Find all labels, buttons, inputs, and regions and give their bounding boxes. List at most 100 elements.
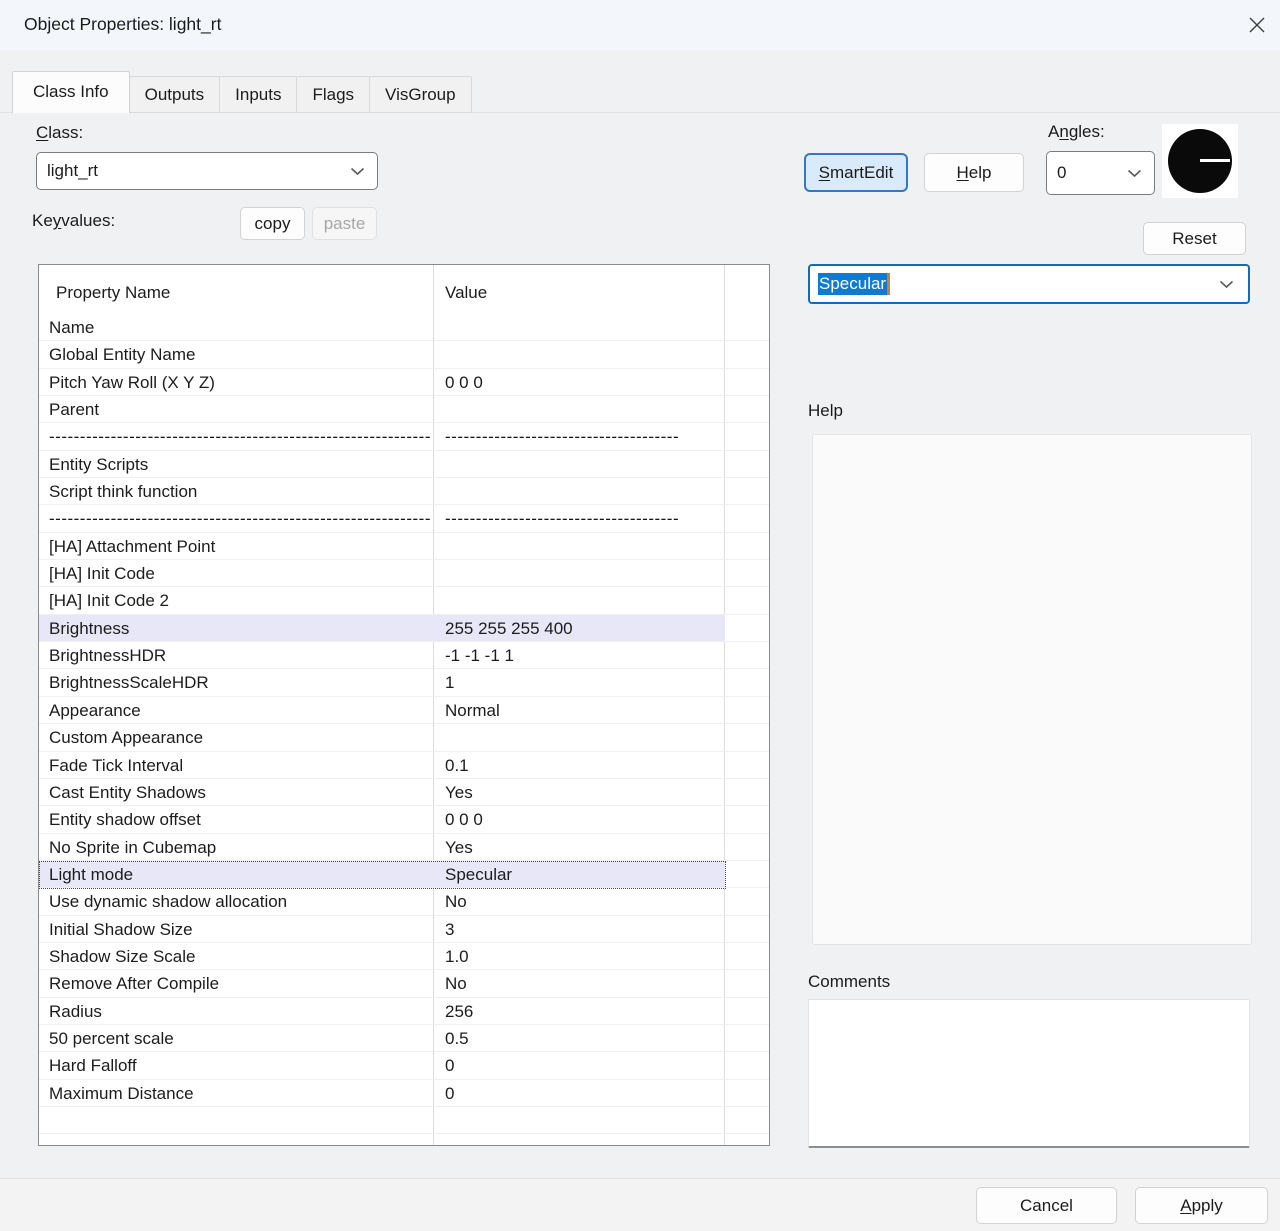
property-value-cell: 255 255 255 400 [445,615,722,642]
property-value-cell: 256 [445,998,722,1025]
property-name-cell: Entity shadow offset [49,806,431,833]
property-name-cell: Radius [49,998,431,1025]
class-combobox[interactable]: light_rt [36,152,378,190]
property-name-cell: Global Entity Name [49,341,431,368]
table-row[interactable]: Appearance Normal [39,697,769,724]
copy-button[interactable]: copy [240,207,305,240]
reset-button[interactable]: Reset [1143,222,1246,255]
property-value-cell: -1 -1 -1 1 [445,642,722,669]
chevron-down-icon [1219,274,1234,294]
property-table-header: Property Name Value [39,265,769,314]
angle-dial[interactable] [1162,124,1238,198]
property-value-cell: 0.5 [445,1025,722,1052]
table-row[interactable]: Pitch Yaw Roll (X Y Z) 0 0 0 [39,369,769,396]
table-row[interactable]: Script think function [39,478,769,505]
class-label: Class: [36,123,83,143]
table-row[interactable]: Entity shadow offset 0 0 0 [39,806,769,833]
property-name-cell: ----------------------------------------… [49,423,431,450]
property-value-cell: 0 [445,1052,722,1079]
value-dropdown-selected-text: Specular [818,273,887,295]
comments-input[interactable] [808,999,1250,1148]
angles-combobox-value: 0 [1057,163,1066,183]
tab-bar: Class InfoOutputsInputsFlagsVisGroup [12,71,472,113]
cancel-button[interactable]: Cancel [976,1187,1117,1224]
property-name-cell: Parent [49,396,431,423]
table-row[interactable]: [HA] Init Code [39,560,769,587]
tab-inputs[interactable]: Inputs [219,76,297,113]
property-value-cell: Yes [445,779,722,806]
property-name-cell: Fade Tick Interval [49,752,431,779]
table-row[interactable]: No Sprite in CubemapYes [39,834,769,861]
property-value-cell: 0 0 0 [445,369,722,396]
property-name-cell: Remove After Compile [49,970,431,997]
table-row[interactable]: BrightnessScaleHDR1 [39,669,769,696]
property-value-cell: Yes [445,834,722,861]
table-row[interactable]: Entity Scripts [39,451,769,478]
property-value-cell: 1 [445,669,722,696]
help-panel-content [812,434,1252,945]
property-name-cell: Maximum Distance [49,1080,431,1107]
property-name-cell: ----------------------------------------… [49,505,431,532]
tab-outputs[interactable]: Outputs [129,76,221,113]
table-divider-row[interactable]: ----------------------------------------… [39,423,769,450]
property-name-cell: Script think function [49,478,431,505]
table-row[interactable]: Remove After Compile No [39,970,769,997]
table-row[interactable]: Fade Tick Interval0.1 [39,752,769,779]
close-button[interactable] [1242,11,1272,41]
property-name-cell: Hard Falloff [49,1052,431,1079]
property-name-cell: Light mode [49,861,431,888]
property-value-cell: -------------------------------------- [445,505,722,532]
value-dropdown[interactable]: Specular [808,264,1250,304]
property-name-cell: Initial Shadow Size [49,916,431,943]
tab-flags[interactable]: Flags [296,76,370,113]
help-panel-title: Help [808,401,843,421]
table-row[interactable]: BrightnessHDR-1 -1 -1 1 [39,642,769,669]
table-row[interactable] [39,1107,769,1134]
table-row[interactable]: Radius 256 [39,998,769,1025]
table-row[interactable]: [HA] Attachment Point [39,533,769,560]
property-name-cell: Appearance [49,697,431,724]
help-button-label: Help [957,163,992,183]
table-row[interactable]: Name [39,314,769,341]
smartedit-button[interactable]: SmartEdit [804,153,908,192]
tab-class-info[interactable]: Class Info [12,71,130,113]
angles-label: Angles: [1048,122,1105,142]
table-row[interactable]: Global Entity Name [39,341,769,368]
close-icon [1247,15,1267,38]
window-title: Object Properties: light_rt [24,14,221,35]
table-row[interactable]: Parent [39,396,769,423]
property-value-cell: No [445,970,722,997]
title-bar: Object Properties: light_rt [0,0,1280,50]
table-row[interactable]: Use dynamic shadow allocationNo [39,888,769,915]
apply-button[interactable]: Apply [1135,1187,1268,1224]
property-name-cell: [HA] Init Code [49,560,431,587]
property-value-cell: 0 [445,1080,722,1107]
table-row[interactable] [39,1134,769,1146]
table-row[interactable]: Hard Falloff 0 [39,1052,769,1079]
table-row[interactable]: 50 percent scale0.5 [39,1025,769,1052]
property-table[interactable]: Property Name Value NameGlobal Entity Na… [38,264,770,1146]
property-value-cell: Normal [445,697,722,724]
table-row[interactable]: Brightness255 255 255 400 [39,615,769,642]
table-row[interactable]: Shadow Size Scale1.0 [39,943,769,970]
table-row[interactable]: Light modeSpecular [39,861,769,888]
property-name-cell: Pitch Yaw Roll (X Y Z) [49,369,431,396]
keyvalues-label: Keyvalues: [32,211,115,231]
table-row[interactable]: Initial Shadow Size3 [39,916,769,943]
table-row[interactable]: Custom Appearance [39,724,769,751]
property-name-cell: Name [49,314,431,341]
angle-dial-circle [1168,129,1232,193]
table-row[interactable]: Maximum Distance 0 [39,1080,769,1107]
table-row[interactable]: [HA] Init Code 2 [39,587,769,614]
property-table-rows: NameGlobal Entity NamePitch Yaw Roll (X … [39,314,769,1146]
tab-visgroup[interactable]: VisGroup [369,76,472,113]
text-caret [887,273,890,295]
property-value-cell: No [445,888,722,915]
table-divider-row[interactable]: ----------------------------------------… [39,505,769,532]
property-value-cell: 0 0 0 [445,806,722,833]
table-row[interactable]: Cast Entity ShadowsYes [39,779,769,806]
angles-combobox[interactable]: 0 [1046,151,1155,195]
property-value-cell: -------------------------------------- [445,423,722,450]
paste-button: paste [312,207,377,240]
help-button[interactable]: Help [924,153,1024,192]
